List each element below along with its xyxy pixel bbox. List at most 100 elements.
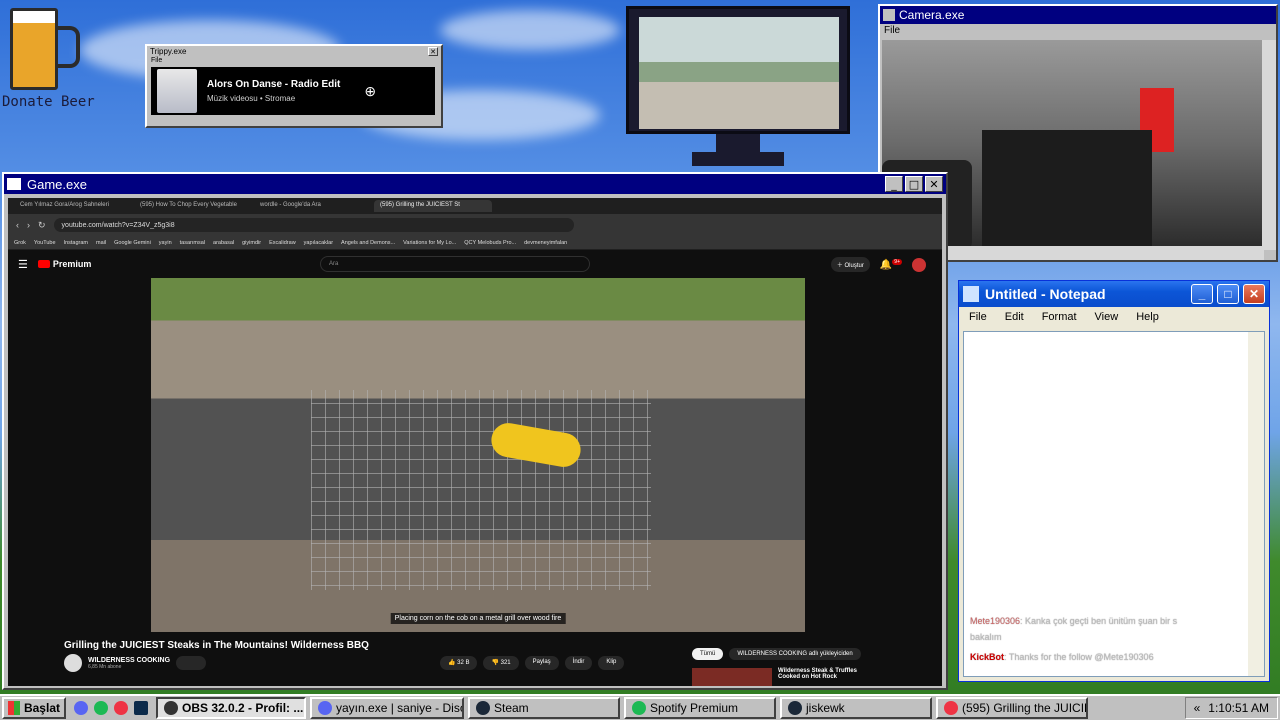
youtube-logo[interactable]: Premium bbox=[37, 259, 91, 269]
vertical-scrollbar[interactable] bbox=[1248, 332, 1264, 676]
bookmark[interactable]: devmeneyimfalan bbox=[524, 240, 567, 246]
camera-titlebar[interactable]: Camera.exe bbox=[880, 6, 1276, 24]
notepad-titlebar[interactable]: Untitled - Notepad _ □ ✕ bbox=[959, 281, 1269, 307]
search-input[interactable]: Ara bbox=[320, 256, 590, 272]
start-label: Başlat bbox=[23, 701, 60, 715]
chat-username: Mete190306 bbox=[970, 616, 1021, 626]
channel-avatar[interactable] bbox=[64, 654, 82, 672]
dislike-button[interactable]: 👎 321 bbox=[483, 656, 519, 670]
discord-icon[interactable] bbox=[74, 701, 88, 715]
video-player[interactable]: Placing corn on the cob on a metal grill… bbox=[151, 278, 805, 632]
photoshop-icon[interactable] bbox=[134, 701, 148, 715]
trippy-titlebar[interactable]: Trippy.exe ✕ bbox=[147, 46, 441, 57]
bookmark[interactable]: Variations for My Lo... bbox=[403, 240, 456, 246]
reload-icon[interactable]: ↻ bbox=[38, 220, 46, 231]
channel-name[interactable]: WILDERNESS COOKING bbox=[88, 657, 170, 664]
trippy-window[interactable]: Trippy.exe ✕ File Alors On Danse - Radio… bbox=[145, 44, 443, 128]
brave-icon[interactable] bbox=[114, 701, 128, 715]
bookmark[interactable]: Grok bbox=[14, 240, 26, 246]
minimize-button[interactable]: _ bbox=[885, 176, 903, 192]
bookmark[interactable]: giyimdir bbox=[242, 240, 261, 246]
trippy-title: Trippy.exe bbox=[150, 47, 187, 56]
youtube-play-icon bbox=[37, 260, 50, 268]
task-discord[interactable]: yayın.exe | saniye - Disc... bbox=[310, 697, 464, 719]
bookmark[interactable]: yayin bbox=[159, 240, 172, 246]
related-thumbnail bbox=[692, 668, 772, 686]
avatar[interactable] bbox=[912, 257, 926, 272]
task-spotify[interactable]: Spotify Premium bbox=[624, 697, 776, 719]
game-window[interactable]: Game.exe _ □ ✕ Cem Yılmaz Gora/Arog Sahn… bbox=[2, 172, 948, 690]
bookmark[interactable]: tasarımsal bbox=[180, 240, 205, 246]
create-button[interactable]: ＋ Oluştur bbox=[830, 257, 870, 272]
close-button[interactable]: ✕ bbox=[925, 176, 943, 192]
notepad-text-area[interactable]: Mete190306: Kanka çok geçti ben ünitüm ş… bbox=[963, 331, 1265, 677]
subscribe-bell-button[interactable] bbox=[176, 656, 207, 670]
bookmark[interactable]: arabasal bbox=[213, 240, 234, 246]
like-button[interactable]: 👍 32 B bbox=[440, 656, 478, 670]
monitor-overlay bbox=[626, 6, 850, 168]
spotify-icon[interactable] bbox=[94, 701, 108, 715]
chat-line: bakalım bbox=[970, 632, 1002, 642]
cloud bbox=[440, 10, 620, 50]
donate-label: Donate Beer bbox=[2, 94, 95, 110]
bookmark[interactable]: mail bbox=[96, 240, 106, 246]
browser-tab[interactable]: wordle - Google'da Ara bbox=[254, 200, 372, 212]
game-title: Game.exe bbox=[27, 176, 87, 192]
download-button[interactable]: İndir bbox=[564, 656, 593, 670]
menu-format[interactable]: Format bbox=[1042, 311, 1077, 325]
bookmark[interactable]: Instagram bbox=[64, 240, 88, 246]
bell-icon[interactable]: 🔔 9+ bbox=[880, 258, 902, 270]
camera-app-icon bbox=[883, 9, 895, 21]
bookmark[interactable]: Angels and Demons... bbox=[341, 240, 395, 246]
spotify-icon bbox=[632, 701, 646, 715]
bookmark[interactable]: yapılacaklar bbox=[304, 240, 333, 246]
steam-icon bbox=[788, 701, 802, 715]
trippy-menu-file[interactable]: File bbox=[147, 57, 441, 64]
donate-beer-icon[interactable]: Donate Beer bbox=[2, 2, 114, 114]
game-titlebar[interactable]: Game.exe _ □ ✕ bbox=[4, 174, 946, 194]
related-video[interactable]: Wilderness Steak & Truffles Cooked on Ho… bbox=[692, 668, 878, 686]
browser-tab[interactable]: (595) How To Chop Every Vegetable bbox=[134, 200, 252, 212]
notepad-window[interactable]: Untitled - Notepad _ □ ✕ File Edit Forma… bbox=[958, 280, 1270, 682]
task-steam[interactable]: Steam bbox=[468, 697, 620, 719]
browser-tab-active[interactable]: (595) Grilling the JUICIEST St bbox=[374, 200, 492, 212]
add-icon[interactable]: ⊕ bbox=[364, 83, 376, 100]
browser-tab[interactable]: Cem Yılmaz Gora/Arog Sahneleri bbox=[14, 200, 132, 212]
tray-expand-icon[interactable]: « bbox=[1194, 701, 1201, 715]
notif-count: 9+ bbox=[892, 258, 902, 265]
chip-channel[interactable]: WILDERNESS COOKING adlı yükleyiciden bbox=[729, 648, 861, 660]
chip-all[interactable]: Tümü bbox=[692, 648, 724, 660]
task-label: OBS 32.0.2 - Profil: ... bbox=[182, 701, 304, 715]
close-button[interactable]: ✕ bbox=[1243, 284, 1265, 304]
chat-username: KickBot bbox=[970, 652, 1005, 662]
menu-edit[interactable]: Edit bbox=[1005, 311, 1024, 325]
browser[interactable]: Cem Yılmaz Gora/Arog Sahneleri (595) How… bbox=[8, 198, 942, 686]
bookmark[interactable]: Excalidraw bbox=[269, 240, 296, 246]
menu-view[interactable]: View bbox=[1095, 311, 1119, 325]
menu-help[interactable]: Help bbox=[1136, 311, 1159, 325]
clock[interactable]: 1:10:51 AM bbox=[1208, 701, 1269, 715]
video-caption: Placing corn on the cob on a metal grill… bbox=[390, 613, 566, 624]
menu-file[interactable]: File bbox=[969, 311, 987, 325]
back-icon[interactable]: ‹ bbox=[16, 220, 19, 230]
minimize-button[interactable]: _ bbox=[1191, 284, 1213, 304]
task-steam-2[interactable]: jiskewk bbox=[780, 697, 932, 719]
menu-icon[interactable]: ☰ bbox=[18, 258, 28, 271]
maximize-button[interactable]: □ bbox=[905, 176, 923, 192]
share-button[interactable]: Paylaş bbox=[524, 656, 559, 670]
maximize-button[interactable]: □ bbox=[1217, 284, 1239, 304]
bookmark[interactable]: YouTube bbox=[34, 240, 56, 246]
clip-button[interactable]: Klip bbox=[598, 656, 625, 670]
forward-icon[interactable]: › bbox=[27, 220, 30, 230]
bookmark[interactable]: Google Gemini bbox=[114, 240, 151, 246]
close-button[interactable]: ✕ bbox=[428, 47, 438, 56]
task-obs[interactable]: OBS 32.0.2 - Profil: ... bbox=[156, 697, 306, 719]
url-bar[interactable]: youtube.com/watch?v=Z34V_z5g3i8 bbox=[53, 218, 574, 232]
camera-menu-file[interactable]: File bbox=[880, 24, 1276, 37]
discord-icon bbox=[318, 701, 332, 715]
start-button[interactable]: Başlat bbox=[2, 697, 66, 719]
task-brave[interactable]: (595) Grilling the JUICIE... bbox=[936, 697, 1088, 719]
vertical-scrollbar[interactable] bbox=[1262, 40, 1276, 250]
related-chips: Tümü WILDERNESS COOKING adlı yükleyicide… bbox=[692, 648, 861, 660]
bookmark[interactable]: QCY Melobuds Pro... bbox=[464, 240, 516, 246]
